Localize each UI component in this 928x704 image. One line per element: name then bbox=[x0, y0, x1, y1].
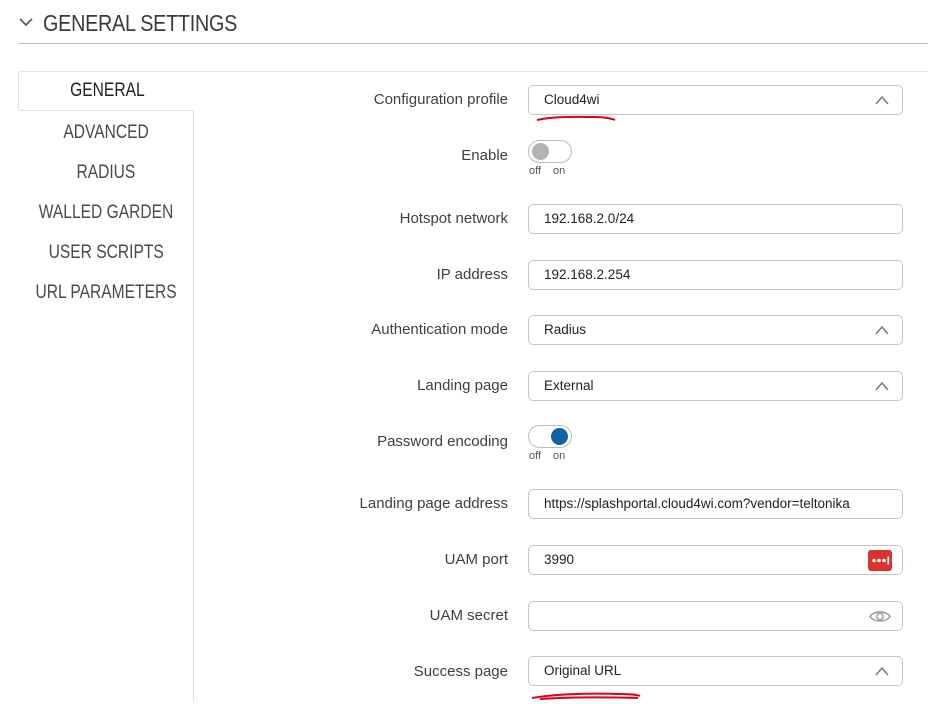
tab-url-parameters[interactable]: URL PARAMETERS bbox=[18, 273, 194, 313]
config-profile-select[interactable]: Cloud4wi bbox=[528, 85, 903, 115]
on-label: on bbox=[553, 165, 566, 177]
section-header[interactable]: GENERAL SETTINGS bbox=[18, 8, 928, 44]
annotation-underline bbox=[536, 115, 616, 121]
ip-address-label: IP address bbox=[436, 266, 508, 283]
hotspot-network-value: 192.168.2.0/24 bbox=[544, 211, 635, 226]
tab-label: GENERAL bbox=[69, 80, 145, 101]
section-title: GENERAL SETTINGS bbox=[43, 10, 238, 36]
uam-secret-input[interactable] bbox=[528, 601, 903, 631]
tab-label: USER SCRIPTS bbox=[48, 242, 164, 263]
toggle-knob bbox=[551, 428, 568, 445]
enable-toggle-caption: off on bbox=[529, 165, 577, 177]
chevron-up-icon bbox=[875, 95, 889, 105]
config-profile-value: Cloud4wi bbox=[544, 92, 600, 107]
success-page-label: Success page bbox=[413, 663, 508, 680]
ip-address-input[interactable]: 192.168.2.254 bbox=[528, 260, 903, 290]
tab-divider bbox=[194, 71, 928, 72]
on-label: on bbox=[553, 450, 566, 462]
auth-mode-value: Radius bbox=[544, 322, 587, 337]
landing-page-select[interactable]: External bbox=[528, 371, 903, 401]
tab-walled-garden[interactable]: WALLED GARDEN bbox=[18, 193, 194, 233]
tab-label: URL PARAMETERS bbox=[35, 282, 177, 303]
password-encoding-toggle[interactable] bbox=[528, 425, 572, 448]
tab-label: WALLED GARDEN bbox=[38, 202, 174, 223]
uam-secret-label: UAM secret bbox=[429, 607, 508, 624]
eye-icon[interactable] bbox=[868, 606, 892, 627]
enable-label: Enable bbox=[461, 147, 508, 164]
password-encoding-toggle-caption: off on bbox=[529, 450, 577, 462]
tab-general[interactable]: GENERAL bbox=[18, 71, 195, 111]
landing-page-address-value: https://splashportal.cloud4wi.com?vendor… bbox=[544, 496, 850, 511]
uam-port-input[interactable]: 3990 bbox=[528, 545, 903, 575]
auth-mode-select[interactable]: Radius bbox=[528, 315, 903, 345]
landing-page-value: External bbox=[544, 378, 594, 393]
password-dots-icon[interactable] bbox=[868, 550, 892, 571]
landing-page-address-input[interactable]: https://splashportal.cloud4wi.com?vendor… bbox=[528, 489, 903, 519]
config-profile-label: Configuration profile bbox=[373, 91, 508, 108]
toggle-knob bbox=[532, 143, 549, 160]
tab-user-scripts[interactable]: USER SCRIPTS bbox=[18, 233, 194, 273]
chevron-up-icon bbox=[875, 666, 889, 676]
off-label: off bbox=[529, 165, 542, 177]
hotspot-network-input[interactable]: 192.168.2.0/24 bbox=[528, 204, 903, 234]
settings-tabs: GENERAL ADVANCED RADIUS WALLED GARDEN US… bbox=[18, 71, 928, 701]
success-page-select[interactable]: Original URL bbox=[528, 656, 903, 686]
annotation-underline bbox=[531, 692, 641, 700]
auth-mode-label: Authentication mode bbox=[371, 321, 508, 338]
chevron-up-icon bbox=[875, 381, 889, 391]
enable-toggle[interactable] bbox=[528, 140, 572, 163]
tab-label: ADVANCED bbox=[63, 122, 149, 143]
ip-address-value: 192.168.2.254 bbox=[544, 267, 631, 282]
password-encoding-label: Password encoding bbox=[377, 433, 508, 450]
success-page-value: Original URL bbox=[544, 663, 622, 678]
uam-port-value: 3990 bbox=[544, 552, 575, 567]
chevron-up-icon bbox=[875, 325, 889, 335]
hotspot-network-label: Hotspot network bbox=[399, 210, 508, 227]
tab-label: RADIUS bbox=[76, 162, 136, 183]
chevron-down-icon bbox=[19, 18, 33, 27]
tab-radius[interactable]: RADIUS bbox=[18, 153, 194, 193]
off-label: off bbox=[529, 450, 542, 462]
uam-port-label: UAM port bbox=[444, 551, 508, 568]
tab-advanced[interactable]: ADVANCED bbox=[18, 113, 194, 153]
landing-page-address-label: Landing page address bbox=[359, 495, 508, 512]
landing-page-label: Landing page bbox=[417, 377, 508, 394]
